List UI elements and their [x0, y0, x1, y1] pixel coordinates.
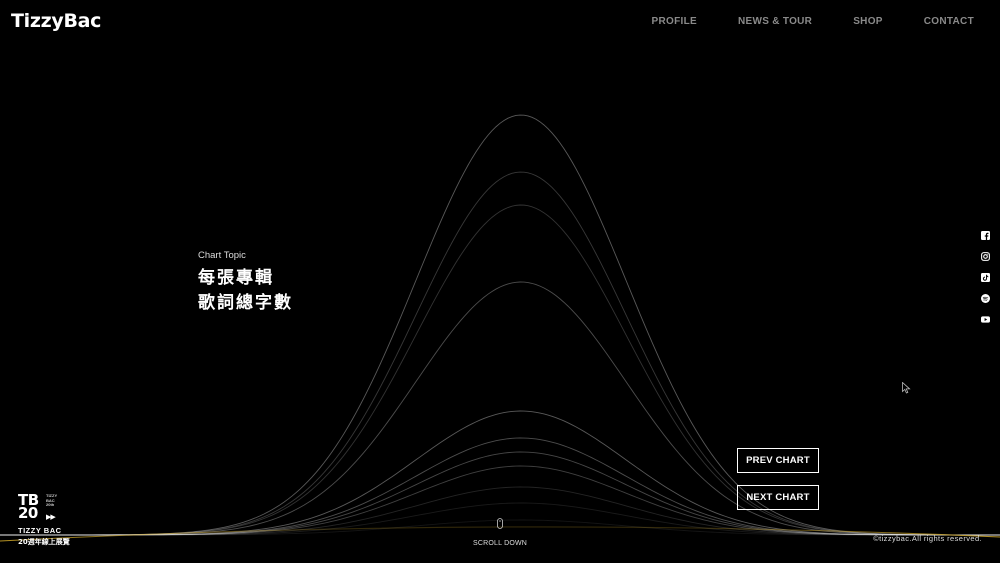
bell-curve-5 [0, 410, 1000, 536]
bell-curve-4 [0, 281, 1000, 536]
tb20-mark-line2: 20 [18, 504, 38, 522]
copyright-text: ©tizzybac.All rights reserved. [873, 534, 982, 543]
tb20-exhibition-badge[interactable]: TB 20 TIZZY BAC 20th ▶▶ TIZZY BAC 20週年線上… [18, 493, 78, 547]
scroll-down-indicator[interactable]: SCROLL DOWN [470, 518, 530, 550]
badge-subtitle: 20週年線上展覽 [18, 538, 70, 546]
prev-chart-button[interactable]: PREV CHART [737, 448, 819, 473]
facebook-icon[interactable] [981, 231, 990, 240]
youtube-icon[interactable] [981, 315, 990, 324]
tb20-logo: TB 20 TIZZY BAC 20th ▶▶ [18, 493, 78, 523]
bell-curve-3 [0, 204, 1000, 536]
scroll-down-label: SCROLL DOWN [472, 540, 528, 547]
tiktok-icon[interactable] [981, 273, 990, 282]
spotify-icon[interactable] [981, 294, 990, 303]
chart-topic-title-line2: 歌詞總字數 [198, 293, 293, 313]
tb20-small-line3: 20th [46, 502, 55, 507]
chart-topic-title-line1: 每張專輯 [198, 268, 274, 288]
badge-name: TIZZY BAC [18, 526, 62, 535]
social-links [981, 231, 990, 324]
chart-topic-label: Chart Topic [198, 250, 246, 261]
bell-curves-visual [0, 114, 1000, 542]
tb20-small-text: TIZZY BAC 20th [46, 493, 57, 508]
next-chart-button[interactable]: NEXT CHART [737, 485, 819, 510]
instagram-icon[interactable] [981, 252, 990, 261]
bell-curve-1 [0, 114, 1000, 536]
mouse-scroll-icon [497, 518, 503, 529]
bell-curve-2 [0, 171, 1000, 536]
play-arrows-icon: ▶▶ [46, 514, 56, 521]
mouse-pointer-icon [902, 382, 911, 394]
chart-topic: Chart Topic 每張專輯 歌詞總字數 [198, 250, 293, 316]
